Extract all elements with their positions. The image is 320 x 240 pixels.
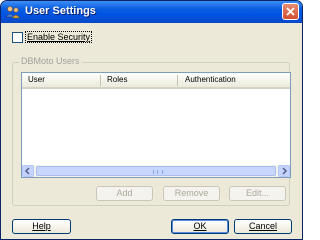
help-button[interactable]: Help <box>12 219 71 234</box>
group-legend: DBMoto Users <box>19 56 82 66</box>
close-icon <box>286 7 295 16</box>
column-separator[interactable] <box>100 75 101 86</box>
chevron-left-icon <box>24 167 30 175</box>
column-header-authentication[interactable]: Authentication <box>185 75 236 84</box>
enable-security-checkbox[interactable] <box>12 32 23 43</box>
ok-button[interactable]: OK <box>171 219 229 234</box>
scroll-left-button[interactable] <box>22 165 34 177</box>
add-button[interactable]: Add <box>96 186 153 201</box>
close-button[interactable] <box>282 3 299 20</box>
chevron-right-icon <box>282 167 288 175</box>
column-header-user[interactable]: User <box>28 75 45 84</box>
remove-button[interactable]: Remove <box>163 186 220 201</box>
users-list[interactable]: User Roles Authentication <box>21 72 291 178</box>
edit-button[interactable]: Edit... <box>229 186 286 201</box>
scroll-right-button[interactable] <box>278 165 290 177</box>
window-title: User Settings <box>25 5 96 17</box>
horizontal-scrollbar[interactable] <box>22 165 290 177</box>
enable-security-label[interactable]: Enable Security <box>25 31 93 43</box>
scroll-thumb[interactable] <box>36 166 276 176</box>
column-separator[interactable] <box>177 75 178 86</box>
grip-icon <box>153 170 163 174</box>
title-bar[interactable]: User Settings <box>1 1 302 23</box>
users-icon <box>5 5 21 19</box>
list-header: User Roles Authentication <box>22 73 290 89</box>
column-header-roles[interactable]: Roles <box>107 75 127 84</box>
user-settings-dialog: User Settings Enable Security DBMoto Use… <box>0 0 303 240</box>
cancel-button[interactable]: Cancel <box>234 219 292 234</box>
